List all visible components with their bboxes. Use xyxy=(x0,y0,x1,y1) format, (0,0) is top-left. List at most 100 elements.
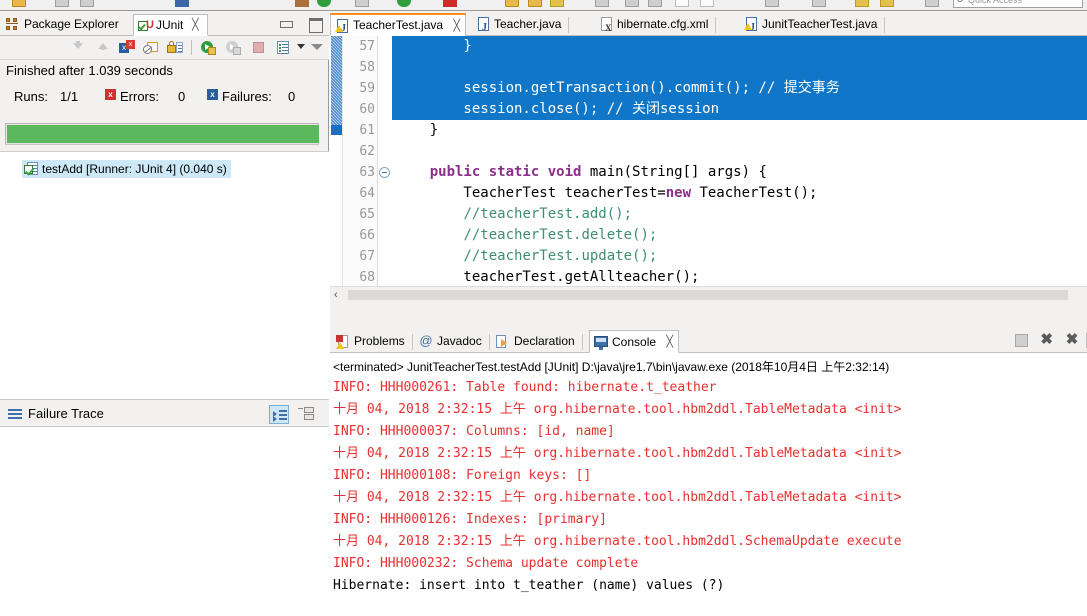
close-icon[interactable]: ╳ xyxy=(453,19,460,33)
previous-annotation-icon[interactable] xyxy=(648,0,662,7)
editor-tab-teachertest-java[interactable]: TeacherTest.java ╳ xyxy=(330,13,467,39)
view-tab-label: Javadoc xyxy=(437,334,482,348)
line-number: 62 xyxy=(359,144,375,159)
annotation-ruler[interactable] xyxy=(330,36,343,302)
new-annotation-icon[interactable] xyxy=(880,0,894,7)
quick-access-field[interactable]: Quick Access xyxy=(953,0,1083,8)
rerun-failed-tests-icon[interactable] xyxy=(226,40,242,56)
tab-separator xyxy=(411,334,413,350)
forward-icon[interactable] xyxy=(700,0,714,7)
editor-body[interactable]: 57585960616263646566676869 } session.get… xyxy=(330,36,1087,306)
editor-tab-hibernate-cfg-xml[interactable]: hibernate.cfg.xml xyxy=(595,13,717,39)
show-failures-only-icon[interactable]: xx xyxy=(119,40,135,56)
line-number: 66 xyxy=(359,228,375,243)
console-icon xyxy=(594,336,608,350)
search-icon xyxy=(957,0,963,2)
close-icon[interactable]: ╳ xyxy=(666,335,673,349)
editor-tab-teacher-java[interactable]: Teacher.java xyxy=(472,13,570,39)
view-tab-console[interactable]: Console ╳ xyxy=(589,330,680,353)
scroll-lock-icon[interactable] xyxy=(167,40,183,56)
view-tab-label: Problems xyxy=(354,334,405,348)
code-token: //teacherTest.delete(); xyxy=(463,227,658,243)
open-type-icon[interactable] xyxy=(812,0,826,7)
code-line[interactable] xyxy=(392,57,1087,78)
editor-horizontal-scrollbar[interactable]: ‹ xyxy=(330,286,1087,302)
scroll-left-icon[interactable]: ‹ xyxy=(334,289,338,301)
remove-all-terminated-button[interactable]: ✖ xyxy=(1063,331,1081,349)
filter-stack-trace-button[interactable] xyxy=(269,405,289,424)
next-annotation-icon[interactable] xyxy=(625,0,639,7)
folding-ruler[interactable] xyxy=(378,36,392,302)
code-line[interactable]: session.getTransaction().commit(); // 提交… xyxy=(392,78,1087,99)
errors-value: 0 xyxy=(178,89,186,104)
junit-icon: U xyxy=(138,19,154,33)
code-line[interactable]: public static void main(String[] args) { xyxy=(392,162,1087,183)
minimize-icon[interactable] xyxy=(278,17,294,31)
junit-results-tree[interactable]: testAdd [Runner: JUnit 4] (0.040 s) xyxy=(0,151,329,399)
chevron-down-icon[interactable] xyxy=(297,44,305,49)
previous-failure-icon[interactable] xyxy=(95,40,111,56)
back-icon[interactable] xyxy=(675,0,689,7)
code-line[interactable]: teacherTest.getAllteacher(); xyxy=(392,267,1087,288)
rerun-test-icon[interactable] xyxy=(201,40,217,56)
close-icon[interactable]: ╳ xyxy=(189,19,201,31)
run-last-icon[interactable] xyxy=(397,0,411,7)
code-line[interactable]: } xyxy=(392,120,1087,141)
remove-launch-button[interactable]: ✖ xyxy=(1038,331,1056,349)
junit-toolbar: xx xyxy=(0,36,329,60)
new-icon[interactable] xyxy=(12,0,26,7)
view-tab-problems[interactable]: Problems xyxy=(332,330,413,353)
new-folder-icon[interactable] xyxy=(528,0,542,7)
new-package-icon[interactable] xyxy=(505,0,519,7)
caret-annotation xyxy=(331,125,342,135)
run-icon[interactable] xyxy=(317,0,331,7)
coverage-icon[interactable] xyxy=(355,0,369,7)
console-tabbar: Problems @ Javadoc Declaration Console ╳… xyxy=(330,327,1087,353)
console-line: INFO: HHH000037: Columns: [id, name] xyxy=(333,424,615,439)
view-tab-javadoc[interactable]: @ Javadoc xyxy=(415,330,490,353)
code-text-area[interactable]: } session.getTransaction().commit(); // … xyxy=(392,36,1087,302)
view-tab-package-explorer[interactable]: Package Explorer xyxy=(2,14,125,36)
error-icon: x xyxy=(105,89,116,100)
view-tab-junit[interactable]: U JUnit ╳ xyxy=(133,14,209,36)
console-line: 十月 04, 2018 2:32:15 上午 org.hibernate.too… xyxy=(333,490,902,505)
code-line[interactable]: session.close(); // 关闭session xyxy=(392,99,1087,120)
compare-results-button[interactable] xyxy=(297,405,317,424)
view-tab-declaration[interactable]: Declaration xyxy=(492,330,583,353)
code-line[interactable]: //teacherTest.update(); xyxy=(392,246,1087,267)
console-output[interactable]: <terminated> JunitTeacherTest.testAdd [J… xyxy=(330,353,1087,616)
terminate-icon[interactable] xyxy=(443,0,457,7)
scrollbar-thumb[interactable] xyxy=(348,290,1068,300)
console-line: 十月 04, 2018 2:32:15 上午 org.hibernate.too… xyxy=(333,446,902,461)
terminate-button[interactable] xyxy=(1012,331,1030,349)
code-line[interactable]: //teacherTest.add(); xyxy=(392,204,1087,225)
run-config-icon[interactable] xyxy=(295,0,309,7)
test-result-node[interactable]: testAdd [Runner: JUnit 4] (0.040 s) xyxy=(22,160,231,178)
stop-icon[interactable] xyxy=(251,40,267,56)
search-icon[interactable] xyxy=(595,0,609,7)
new-class-icon[interactable] xyxy=(550,0,564,7)
console-log-lines: INFO: HHH000261: Table found: hibernate.… xyxy=(333,377,1087,597)
failure-trace-content[interactable] xyxy=(0,427,329,616)
save-icon[interactable] xyxy=(55,0,69,7)
code-line[interactable]: } xyxy=(392,36,1087,57)
test-run-history-icon[interactable] xyxy=(275,40,291,56)
code-token: session.getTransaction().commit(); // 提交… xyxy=(396,80,840,96)
show-ignored-icon[interactable] xyxy=(143,40,159,56)
code-line[interactable] xyxy=(392,141,1087,162)
main-toolbar: Quick Access xyxy=(0,0,1087,11)
external-tools-icon[interactable] xyxy=(925,0,939,7)
code-line[interactable]: TeacherTest teacherTest=new TeacherTest(… xyxy=(392,183,1087,204)
editor-tab-label: TeacherTest.java xyxy=(353,18,444,32)
pin-editor-icon[interactable] xyxy=(765,0,779,7)
save-all-icon[interactable] xyxy=(80,0,94,7)
fold-collapse-icon[interactable] xyxy=(379,167,390,178)
maximize-icon[interactable] xyxy=(307,17,323,33)
next-failure-icon[interactable] xyxy=(70,40,86,56)
editor-tab-junitteachertest-java[interactable]: JunitTeacherTest.java xyxy=(740,13,886,39)
new-java-project-icon[interactable] xyxy=(855,0,869,7)
code-line[interactable]: //teacherTest.delete(); xyxy=(392,225,1087,246)
debug-icon[interactable] xyxy=(175,0,189,7)
view-menu-icon[interactable] xyxy=(311,44,323,50)
